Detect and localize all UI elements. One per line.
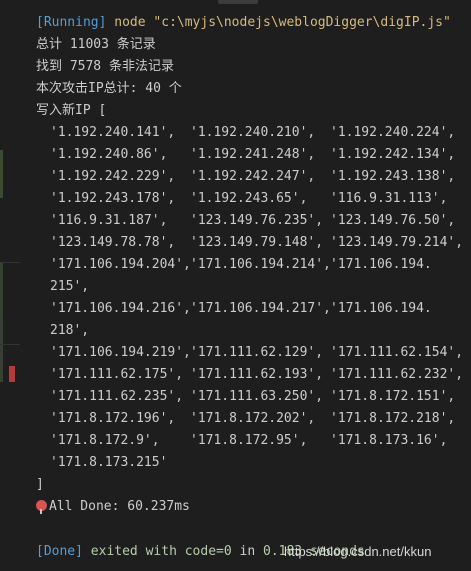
ip-row: '171.106.194.204','171.106.194.214','171… [36, 254, 471, 276]
ip-cell: '171.8.172.196', [50, 411, 176, 426]
all-done-text: All Done: 60.237ms [49, 499, 190, 514]
gutter-divider [0, 262, 20, 263]
ip-cell: '171.111.62.129', [190, 345, 324, 360]
ip-cell: '171.106.194. [330, 257, 432, 272]
in-text: in [239, 544, 256, 559]
ip-cell: '1.192.240.224', [330, 125, 456, 140]
ip-cell: '171.111.62.154', [330, 345, 464, 360]
editor-gutter [0, 0, 20, 571]
ip-cell: '1.192.240.210', [190, 125, 316, 140]
running-tag: [Running] [36, 15, 107, 30]
ip-row: '1.192.243.178', '1.192.243.65', '116.9.31… [36, 188, 471, 210]
ip-cell: '171.8.172.95', [190, 433, 308, 448]
ip-cell: '1.192.243.178', [50, 191, 176, 206]
ip-cell: '171.111.62.232', [330, 367, 464, 382]
ip-cell: '123.149.79.148', [190, 235, 324, 250]
ip-cell: '116.9.31.187', [50, 213, 168, 228]
ip-cell: '1.192.240.141', [50, 125, 176, 140]
ip-row: '171.111.62.175', '171.111.62.193', '171.1… [36, 364, 471, 386]
done-tag: [Done] [36, 544, 83, 559]
ip-cell: '123.149.78.78', [50, 235, 176, 250]
summary-write-ip: 写入新IP [ [36, 103, 107, 118]
ip-cell: '171.8.172.151', [330, 389, 456, 404]
ip-cell: '171.106.194.216', [50, 301, 191, 316]
ip-cell: '1.192.242.229', [50, 169, 176, 184]
ip-row: '1.192.240.141', '1.192.240.210', '1.192.2… [36, 122, 471, 144]
run-line: [Running] node "c:\myjs\nodejs\weblogDig… [36, 12, 471, 34]
ip-cell: '171.106.194.214', [190, 257, 331, 272]
all-done-line: All Done: 60.237ms [36, 496, 471, 518]
summary-found: 找到 7578 条非法记录 [36, 59, 174, 74]
ip-row: 215', [36, 276, 471, 298]
ip-row: '116.9.31.187', '123.149.76.235', '123.149… [36, 210, 471, 232]
close-bracket: ] [36, 477, 44, 492]
gutter-change-marker [0, 150, 3, 198]
ip-cell: '171.111.62.175', [50, 367, 184, 382]
ip-cell: '1.192.242.247', [190, 169, 316, 184]
watermark: https://blog.csdn.net/kkun [284, 544, 432, 559]
ip-cell: '171.8.172.9', [50, 433, 160, 448]
exited-text: exited with [90, 544, 177, 559]
ip-row: '123.149.78.78', '123.149.79.148', '123.14… [36, 232, 471, 254]
pushpin-icon [36, 500, 47, 514]
ip-cell: '1.192.241.248', [190, 147, 316, 162]
ip-cell: '171.106.194.204', [50, 257, 191, 272]
output-panel[interactable]: [Running] node "c:\myjs\nodejs\weblogDig… [36, 12, 471, 518]
summary-total: 总计 11003 条记录 [36, 37, 156, 52]
ip-cell: '1.192.240.86', [50, 147, 168, 162]
ip-row: '171.8.173.215' [36, 452, 471, 474]
ip-row: '1.192.242.229', '1.192.242.247', '1.192.2… [36, 166, 471, 188]
ip-cell: '171.8.172.218', [330, 411, 456, 426]
ip-row: '171.106.194.216','171.106.194.217','171… [36, 298, 471, 320]
ip-cell: '171.106.194. [330, 301, 432, 316]
ip-cell: '171.111.62.235', [50, 389, 184, 404]
gutter-divider [0, 344, 20, 345]
ip-cell: '1.192.243.138', [330, 169, 456, 184]
ip-row: 218', [36, 320, 471, 342]
exit-code: code=0 [184, 544, 232, 559]
ip-row: '171.106.194.219','171.111.62.129', '171.… [36, 342, 471, 364]
ip-cell: 215', [50, 279, 90, 294]
ip-cell: '171.8.173.215' [50, 455, 168, 470]
ip-cell: '116.9.31.113', [330, 191, 448, 206]
ip-cell: '123.149.76.50', [330, 213, 456, 228]
gutter-line [0, 320, 1, 370]
ip-row: '171.8.172.196', '171.8.172.202', '171.8.1… [36, 408, 471, 430]
editor-tab-edge [218, 0, 258, 4]
ip-cell: '171.8.172.202', [190, 411, 316, 426]
ip-row: '1.192.240.86', '1.192.241.248', '1.192.24… [36, 144, 471, 166]
ip-row: '171.111.62.235', '171.111.63.250', '171.8… [36, 386, 471, 408]
ip-cell: '171.111.62.193', [190, 367, 324, 382]
summary-attack-ips: 本次攻击IP总计: 40 个 [36, 81, 182, 96]
ip-row: '171.8.172.9', '171.8.172.95', '171.8.173.… [36, 430, 471, 452]
ip-cell: '171.106.194.219', [50, 345, 191, 360]
ip-list: '1.192.240.141', '1.192.240.210', '1.192.2… [36, 122, 471, 474]
ip-cell: '123.149.79.214', [330, 235, 464, 250]
ip-cell: '171.111.63.250', [190, 389, 324, 404]
ip-cell: '171.8.173.16', [330, 433, 448, 448]
ip-cell: '1.192.243.65', [190, 191, 308, 206]
gutter-error-marker [9, 366, 15, 382]
ip-cell: '1.192.242.134', [330, 147, 456, 162]
ip-cell: '171.106.194.217', [190, 301, 331, 316]
ip-cell: 218', [50, 323, 90, 338]
run-command: node "c:\myjs\nodejs\weblogDigger\digIP.… [114, 15, 451, 30]
ip-cell: '123.149.76.235', [190, 213, 324, 228]
